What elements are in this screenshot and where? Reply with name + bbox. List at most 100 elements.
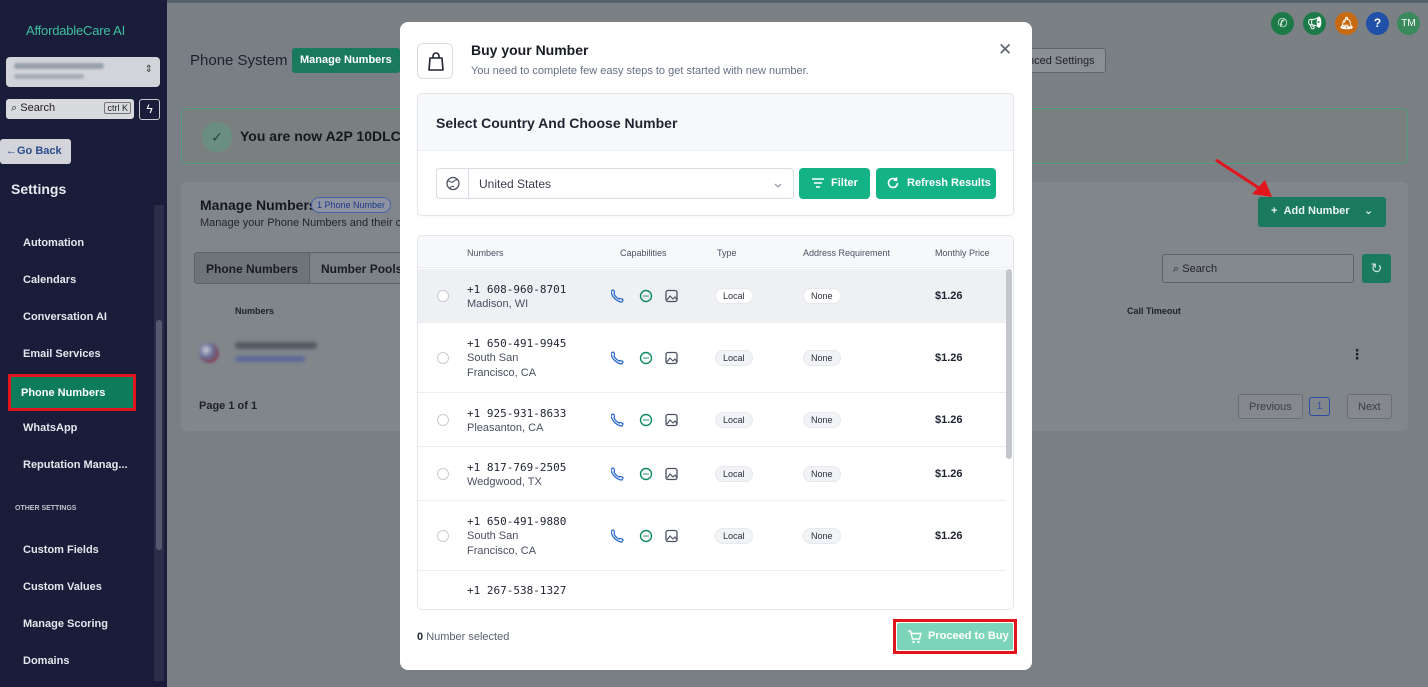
- number-value: +1 608-960-8701: [467, 283, 567, 296]
- filter-icon: [812, 178, 824, 188]
- next-button[interactable]: Next: [1347, 394, 1392, 419]
- annotation-arrow: [1215, 158, 1272, 197]
- th-price: Monthly Price: [935, 248, 990, 258]
- row-radio[interactable]: [437, 468, 449, 480]
- add-number-label: Add Number: [1283, 205, 1350, 217]
- sidebar: AffordableCare AI ⇕ ⌕ Search ctrl K ϟ ←G…: [0, 0, 167, 687]
- sidebar-scrollbar[interactable]: [154, 205, 164, 681]
- sidebar-item-custom-values[interactable]: Custom Values: [23, 581, 102, 593]
- table-row[interactable]: +1 650-491-9880 South San Francisco, CA …: [418, 501, 1006, 571]
- account-switcher[interactable]: ⇕: [6, 57, 160, 87]
- sidebar-item-reputation[interactable]: Reputation Manag...: [23, 459, 128, 471]
- account-location-blurred: [14, 74, 84, 79]
- sidebar-item-phone-numbers[interactable]: Phone Numbers: [8, 374, 136, 411]
- section-header: Select Country And Choose Number: [418, 94, 1013, 151]
- number-value: +1 267-538-1327: [467, 584, 567, 597]
- sidebar-item-conversation-ai[interactable]: Conversation AI: [23, 311, 107, 323]
- search-shortcut: ctrl K: [104, 102, 131, 114]
- phone-icon[interactable]: ✆: [1271, 12, 1294, 35]
- table-scrollbar[interactable]: [1006, 269, 1012, 459]
- table-row[interactable]: +1 925-931-8633 Pleasanton, CA Local Non…: [418, 393, 1006, 447]
- sidebar-item-automation[interactable]: Automation: [23, 237, 84, 249]
- table-row[interactable]: +1 650-491-9945 South San Francisco, CA …: [418, 323, 1006, 393]
- brand-logo: AffordableCare AI: [26, 23, 125, 38]
- col-numbers: Numbers: [235, 306, 275, 316]
- phone-count-badge: 1 Phone Number: [311, 197, 392, 213]
- refresh-results-label: Refresh Results: [907, 177, 991, 189]
- price-value: $1.26: [935, 352, 963, 364]
- capability-icons: [610, 288, 681, 304]
- proceed-to-buy-inner[interactable]: Proceed to Buy: [897, 623, 1013, 650]
- page-indicator: Page 1 of 1: [199, 400, 258, 412]
- table-row[interactable]: +1 817-769-2505 Wedgwood, TX Local None …: [418, 447, 1006, 501]
- chevron-updown-icon: ⇕: [144, 64, 153, 75]
- go-back-label: Go Back: [17, 145, 62, 157]
- section-title: Select Country And Choose Number: [436, 115, 678, 131]
- number-location: Wedgwood, TX: [467, 476, 542, 488]
- close-icon[interactable]: ✕: [998, 41, 1012, 58]
- row-radio[interactable]: [437, 352, 449, 364]
- go-back-button[interactable]: ←Go Back: [0, 139, 71, 164]
- row-radio[interactable]: [437, 530, 449, 542]
- bell-icon[interactable]: 🔔︎: [1335, 12, 1358, 35]
- capability-icons: [610, 412, 681, 428]
- quick-actions-bolt-icon[interactable]: ϟ: [139, 99, 160, 120]
- price-value: $1.26: [935, 290, 963, 302]
- table-row[interactable]: [199, 338, 339, 368]
- table-row[interactable]: +1 608-960-8701 Madison, WI Local None $…: [418, 269, 1006, 323]
- refresh-icon[interactable]: ↻: [1362, 254, 1391, 283]
- manage-numbers-tab[interactable]: Manage Numbers: [292, 48, 400, 73]
- number-blurred: [235, 342, 317, 349]
- capability-icons: [610, 466, 681, 482]
- modal-subtitle: You need to complete few easy steps to g…: [471, 65, 809, 77]
- account-name-blurred: [14, 63, 104, 69]
- refresh-results-button[interactable]: Refresh Results: [876, 168, 996, 199]
- default-number-blurred: [235, 356, 305, 362]
- table-row[interactable]: +1 267-538-1327: [418, 571, 1006, 609]
- scrollbar-thumb[interactable]: [156, 320, 162, 550]
- sidebar-item-custom-fields[interactable]: Custom Fields: [23, 544, 99, 556]
- page-number-button[interactable]: 1: [1309, 397, 1330, 416]
- number-location: South San Francisco, CA: [467, 352, 537, 379]
- type-badge: Local: [715, 528, 753, 544]
- more-options-icon[interactable]: ⋮: [1350, 346, 1364, 363]
- megaphone-icon[interactable]: 📢︎: [1303, 12, 1326, 35]
- chevron-down-icon: [773, 177, 783, 195]
- th-capabilities: Capabilities: [620, 248, 667, 258]
- avatar[interactable]: TM: [1397, 12, 1420, 35]
- address-badge: None: [803, 350, 841, 366]
- previous-button[interactable]: Previous: [1238, 394, 1303, 419]
- globe-icon: [437, 169, 469, 198]
- address-badge: None: [803, 528, 841, 544]
- table-header: Numbers Capabilities Type Address Requir…: [418, 236, 1013, 268]
- number-location: Madison, WI: [467, 298, 529, 310]
- filter-button[interactable]: Filter: [799, 168, 870, 199]
- row-radio[interactable]: [437, 414, 449, 426]
- search-icon: ⌕: [1173, 263, 1180, 275]
- sidebar-item-manage-scoring[interactable]: Manage Scoring: [23, 618, 108, 630]
- help-icon[interactable]: ?: [1366, 12, 1389, 35]
- sidebar-item-calendars[interactable]: Calendars: [23, 274, 76, 286]
- tab-phone-numbers[interactable]: Phone Numbers: [195, 253, 311, 283]
- plus-icon: +: [1271, 205, 1278, 217]
- check-circle-icon: ✓: [202, 122, 232, 152]
- row-radio[interactable]: [437, 290, 449, 302]
- card-title: Manage Numbers: [200, 197, 317, 213]
- sidebar-item-domains[interactable]: Domains: [23, 655, 69, 667]
- cart-icon: [908, 630, 922, 644]
- numbers-search-input[interactable]: ⌕ Search: [1162, 254, 1354, 283]
- selected-label: Number selected: [426, 631, 510, 643]
- banner-text: You are now A2P 10DLC co: [240, 128, 422, 144]
- proceed-to-buy-button[interactable]: Proceed to Buy: [893, 619, 1017, 654]
- country-select[interactable]: United States: [436, 168, 794, 199]
- tab-number-pools[interactable]: Number Pools: [310, 253, 415, 283]
- filter-label: Filter: [831, 177, 858, 189]
- sidebar-item-email-services[interactable]: Email Services: [23, 348, 101, 360]
- sidebar-item-whatsapp[interactable]: WhatsApp: [23, 422, 77, 434]
- price-value: $1.26: [935, 530, 963, 542]
- page-title: Phone System: [190, 52, 288, 69]
- refresh-icon: [887, 177, 899, 189]
- arrow-left-icon: ←: [6, 145, 17, 157]
- sidebar-search[interactable]: ⌕ Search ctrl K: [6, 99, 134, 119]
- sidebar-search-label: Search: [20, 102, 56, 114]
